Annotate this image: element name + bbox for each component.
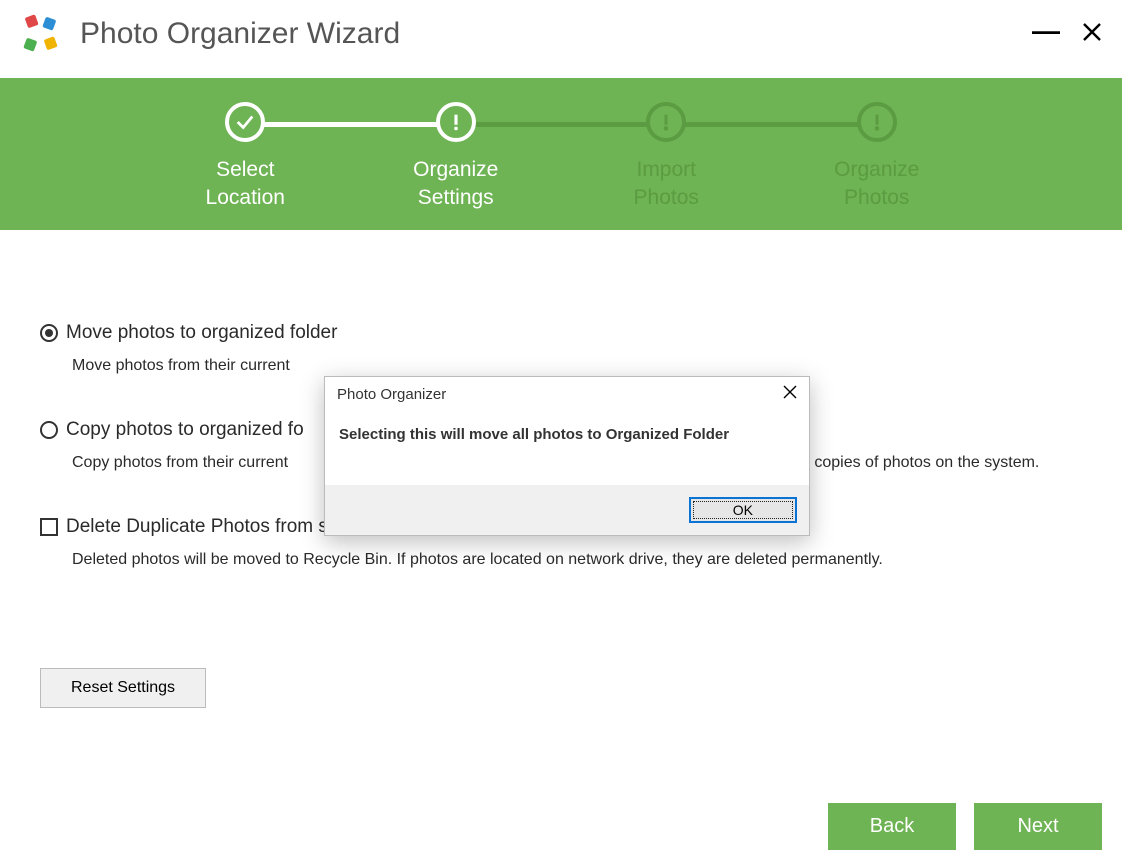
confirm-dialog: Photo Organizer Selecting this will move… — [324, 376, 810, 536]
delete-dup-checkbox[interactable] — [40, 518, 58, 536]
exclaim-icon — [857, 102, 897, 142]
copy-radio[interactable] — [40, 421, 58, 439]
close-icon — [783, 385, 797, 399]
dialog-message: Selecting this will move all photos to O… — [325, 408, 809, 485]
exclaim-icon — [436, 102, 476, 142]
next-button[interactable]: Next — [974, 803, 1102, 850]
app-logo-icon — [20, 14, 60, 54]
step-organize-settings: Organize Settings — [351, 102, 562, 213]
dialog-ok-button[interactable]: OK — [689, 497, 797, 523]
minimize-button[interactable]: — — [1032, 26, 1060, 36]
close-icon — [1082, 22, 1102, 42]
window-controls: — — [1032, 22, 1102, 47]
step-import-photos: Import Photos — [561, 102, 772, 213]
app-title: Photo Organizer Wizard — [80, 17, 400, 51]
dialog-close-button[interactable] — [783, 385, 797, 404]
step-select-location: Select Location — [140, 102, 351, 213]
move-radio[interactable] — [40, 324, 58, 342]
reset-settings-button[interactable]: Reset Settings — [40, 668, 206, 708]
title-bar: Photo Organizer Wizard — — [0, 0, 1122, 78]
option-move: Move photos to organized folder Move pho… — [40, 322, 1082, 377]
wizard-stepper: Select Location Organize Settings Import… — [0, 78, 1122, 230]
wizard-footer: Back Next — [828, 803, 1102, 850]
move-title: Move photos to organized folder — [66, 322, 337, 344]
close-button[interactable] — [1082, 22, 1102, 47]
check-icon — [225, 102, 265, 142]
dialog-title: Photo Organizer — [337, 386, 446, 403]
copy-title: Copy photos to organized fo — [66, 419, 304, 441]
delete-dup-desc: Deleted photos will be moved to Recycle … — [72, 548, 1082, 571]
move-desc: Move photos from their current — [72, 354, 1082, 377]
back-button[interactable]: Back — [828, 803, 956, 850]
exclaim-icon — [646, 102, 686, 142]
step-organize-photos: Organize Photos — [772, 102, 983, 213]
